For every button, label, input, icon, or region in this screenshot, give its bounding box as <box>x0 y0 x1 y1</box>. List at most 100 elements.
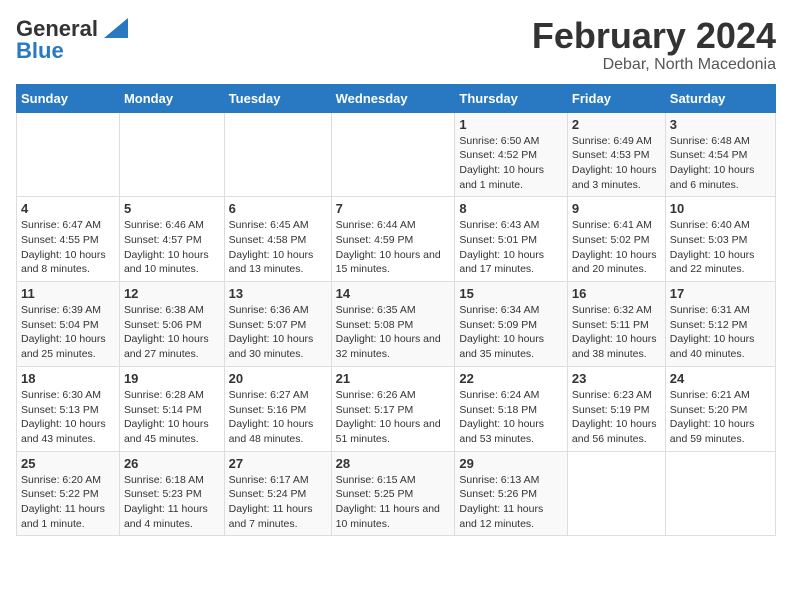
calendar-cell: 2 Sunrise: 6:49 AM Sunset: 4:53 PM Daylig… <box>567 112 665 197</box>
calendar-cell: 1 Sunrise: 6:50 AM Sunset: 4:52 PM Daylig… <box>455 112 568 197</box>
logo-triangle-icon <box>100 18 128 40</box>
calendar-cell: 23Sunrise: 6:23 AM Sunset: 5:19 PM Dayli… <box>567 366 665 451</box>
day-number: 17 <box>670 286 771 301</box>
day-info: Sunrise: 6:18 AM Sunset: 5:23 PM Dayligh… <box>124 473 220 532</box>
day-info: Sunrise: 6:35 AM Sunset: 5:08 PM Dayligh… <box>336 303 451 362</box>
calendar-cell: 26 Sunrise: 6:18 AM Sunset: 5:23 PM Dayli… <box>119 451 224 536</box>
day-number: 29 <box>459 456 563 471</box>
calendar-cell: 7Sunrise: 6:44 AM Sunset: 4:59 PM Daylig… <box>331 197 455 282</box>
calendar-week-row: 1 Sunrise: 6:50 AM Sunset: 4:52 PM Daylig… <box>17 112 776 197</box>
day-number: 12 <box>124 286 220 301</box>
day-info: Sunrise: 6:46 AM Sunset: 4:57 PM Dayligh… <box>124 218 220 277</box>
day-info: Sunrise: 6:41 AM Sunset: 5:02 PM Dayligh… <box>572 218 661 277</box>
col-header-wednesday: Wednesday <box>331 84 455 112</box>
calendar-cell: 25 Sunrise: 6:20 AM Sunset: 5:22 PM Dayli… <box>17 451 120 536</box>
calendar-cell: 13 Sunrise: 6:36 AM Sunset: 5:07 PM Dayli… <box>224 282 331 367</box>
calendar-cell: 21Sunrise: 6:26 AM Sunset: 5:17 PM Dayli… <box>331 366 455 451</box>
day-number: 27 <box>229 456 327 471</box>
day-info: Sunrise: 6:43 AM Sunset: 5:01 PM Dayligh… <box>459 218 563 277</box>
calendar-cell <box>567 451 665 536</box>
col-header-tuesday: Tuesday <box>224 84 331 112</box>
calendar-cell <box>665 451 775 536</box>
calendar-cell <box>224 112 331 197</box>
day-number: 25 <box>21 456 115 471</box>
day-number: 11 <box>21 286 115 301</box>
day-number: 7 <box>336 201 451 216</box>
calendar-cell: 3 Sunrise: 6:48 AM Sunset: 4:54 PM Daylig… <box>665 112 775 197</box>
day-info: Sunrise: 6:27 AM Sunset: 5:16 PM Dayligh… <box>229 388 327 447</box>
sub-title: Debar, North Macedonia <box>532 56 776 74</box>
page-header: General Blue February 2024 Debar, North … <box>16 16 776 74</box>
calendar-cell: 14 Sunrise: 6:35 AM Sunset: 5:08 PM Dayli… <box>331 282 455 367</box>
col-header-thursday: Thursday <box>455 84 568 112</box>
calendar-cell: 4 Sunrise: 6:47 AM Sunset: 4:55 PM Daylig… <box>17 197 120 282</box>
day-number: 4 <box>21 201 115 216</box>
calendar-cell: 15 Sunrise: 6:34 AM Sunset: 5:09 PM Dayli… <box>455 282 568 367</box>
day-info: Sunrise: 6:31 AM Sunset: 5:12 PM Dayligh… <box>670 303 771 362</box>
day-info: Sunrise: 6:15 AM Sunset: 5:25 PM Dayligh… <box>336 473 451 532</box>
day-number: 19 <box>124 371 220 386</box>
calendar-cell: 8 Sunrise: 6:43 AM Sunset: 5:01 PM Daylig… <box>455 197 568 282</box>
day-number: 13 <box>229 286 327 301</box>
day-number: 28 <box>336 456 451 471</box>
calendar-cell: 5 Sunrise: 6:46 AM Sunset: 4:57 PM Daylig… <box>119 197 224 282</box>
day-info: Sunrise: 6:13 AM Sunset: 5:26 PM Dayligh… <box>459 473 563 532</box>
calendar-cell: 18Sunrise: 6:30 AM Sunset: 5:13 PM Dayli… <box>17 366 120 451</box>
col-header-saturday: Saturday <box>665 84 775 112</box>
day-info: Sunrise: 6:24 AM Sunset: 5:18 PM Dayligh… <box>459 388 563 447</box>
calendar-cell: 24Sunrise: 6:21 AM Sunset: 5:20 PM Dayli… <box>665 366 775 451</box>
calendar-week-row: 25 Sunrise: 6:20 AM Sunset: 5:22 PM Dayli… <box>17 451 776 536</box>
day-info: Sunrise: 6:28 AM Sunset: 5:14 PM Dayligh… <box>124 388 220 447</box>
day-number: 18 <box>21 371 115 386</box>
day-info: Sunrise: 6:48 AM Sunset: 4:54 PM Dayligh… <box>670 134 771 193</box>
logo: General Blue <box>16 16 128 64</box>
day-info: Sunrise: 6:49 AM Sunset: 4:53 PM Dayligh… <box>572 134 661 193</box>
day-number: 26 <box>124 456 220 471</box>
col-header-monday: Monday <box>119 84 224 112</box>
day-info: Sunrise: 6:26 AM Sunset: 5:17 PM Dayligh… <box>336 388 451 447</box>
calendar-week-row: 18Sunrise: 6:30 AM Sunset: 5:13 PM Dayli… <box>17 366 776 451</box>
calendar-cell: 9 Sunrise: 6:41 AM Sunset: 5:02 PM Daylig… <box>567 197 665 282</box>
day-info: Sunrise: 6:38 AM Sunset: 5:06 PM Dayligh… <box>124 303 220 362</box>
logo-blue-text: Blue <box>16 38 64 64</box>
day-number: 22 <box>459 371 563 386</box>
calendar-cell: 28 Sunrise: 6:15 AM Sunset: 5:25 PM Dayli… <box>331 451 455 536</box>
day-info: Sunrise: 6:47 AM Sunset: 4:55 PM Dayligh… <box>21 218 115 277</box>
calendar-cell: 27 Sunrise: 6:17 AM Sunset: 5:24 PM Dayli… <box>224 451 331 536</box>
day-number: 15 <box>459 286 563 301</box>
day-number: 20 <box>229 371 327 386</box>
calendar-cell: 12 Sunrise: 6:38 AM Sunset: 5:06 PM Dayli… <box>119 282 224 367</box>
calendar-cell: 16 Sunrise: 6:32 AM Sunset: 5:11 PM Dayli… <box>567 282 665 367</box>
day-info: Sunrise: 6:40 AM Sunset: 5:03 PM Dayligh… <box>670 218 771 277</box>
day-number: 1 <box>459 117 563 132</box>
day-number: 6 <box>229 201 327 216</box>
day-info: Sunrise: 6:34 AM Sunset: 5:09 PM Dayligh… <box>459 303 563 362</box>
day-number: 3 <box>670 117 771 132</box>
day-info: Sunrise: 6:21 AM Sunset: 5:20 PM Dayligh… <box>670 388 771 447</box>
day-number: 16 <box>572 286 661 301</box>
day-number: 14 <box>336 286 451 301</box>
day-info: Sunrise: 6:45 AM Sunset: 4:58 PM Dayligh… <box>229 218 327 277</box>
calendar-header-row: SundayMondayTuesdayWednesdayThursdayFrid… <box>17 84 776 112</box>
calendar-table: SundayMondayTuesdayWednesdayThursdayFrid… <box>16 84 776 537</box>
main-title: February 2024 <box>532 16 776 56</box>
calendar-week-row: 4 Sunrise: 6:47 AM Sunset: 4:55 PM Daylig… <box>17 197 776 282</box>
day-info: Sunrise: 6:20 AM Sunset: 5:22 PM Dayligh… <box>21 473 115 532</box>
day-info: Sunrise: 6:36 AM Sunset: 5:07 PM Dayligh… <box>229 303 327 362</box>
day-number: 2 <box>572 117 661 132</box>
day-info: Sunrise: 6:32 AM Sunset: 5:11 PM Dayligh… <box>572 303 661 362</box>
calendar-cell: 19 Sunrise: 6:28 AM Sunset: 5:14 PM Dayli… <box>119 366 224 451</box>
calendar-cell: 20 Sunrise: 6:27 AM Sunset: 5:16 PM Dayli… <box>224 366 331 451</box>
col-header-sunday: Sunday <box>17 84 120 112</box>
day-number: 10 <box>670 201 771 216</box>
day-number: 9 <box>572 201 661 216</box>
calendar-cell <box>119 112 224 197</box>
day-number: 8 <box>459 201 563 216</box>
day-info: Sunrise: 6:17 AM Sunset: 5:24 PM Dayligh… <box>229 473 327 532</box>
calendar-cell: 6 Sunrise: 6:45 AM Sunset: 4:58 PM Daylig… <box>224 197 331 282</box>
day-info: Sunrise: 6:39 AM Sunset: 5:04 PM Dayligh… <box>21 303 115 362</box>
calendar-week-row: 11 Sunrise: 6:39 AM Sunset: 5:04 PM Dayli… <box>17 282 776 367</box>
day-info: Sunrise: 6:50 AM Sunset: 4:52 PM Dayligh… <box>459 134 563 193</box>
col-header-friday: Friday <box>567 84 665 112</box>
day-number: 5 <box>124 201 220 216</box>
